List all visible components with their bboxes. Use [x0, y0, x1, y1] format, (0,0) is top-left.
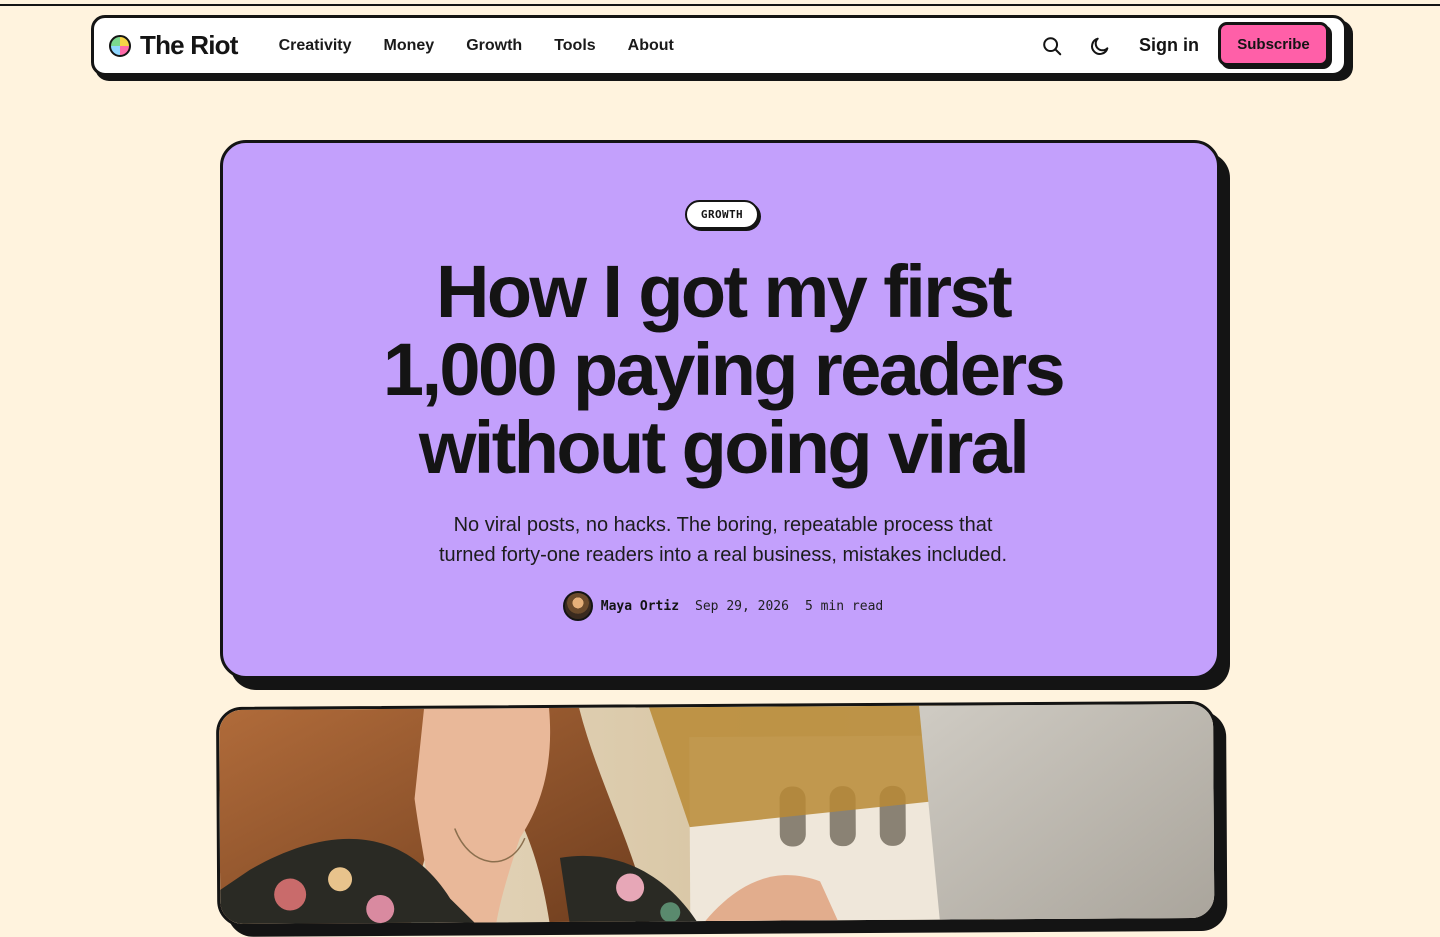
category-tag[interactable]: GROWTH	[685, 200, 759, 229]
nav-actions: Sign in Subscribe	[1039, 22, 1332, 69]
publish-date: Sep 29, 2026	[695, 598, 789, 614]
search-icon	[1043, 36, 1062, 55]
site-name: The Riot	[140, 30, 238, 60]
main-nav: The Riot Creativity Money Growth Tools A…	[91, 15, 1347, 76]
read-time: 5 min read	[804, 598, 884, 614]
subscribe-button-wrap: Subscribe	[1218, 22, 1332, 69]
sign-in-link[interactable]: Sign in	[1139, 35, 1199, 56]
article-hero: GROWTH How I got my first 1,000 paying r…	[220, 140, 1230, 690]
feature-image-wrap	[216, 700, 1231, 937]
feature-photo	[219, 703, 1218, 927]
moon-icon	[1091, 37, 1109, 55]
subscribe-button[interactable]: Subscribe	[1218, 22, 1329, 66]
article-dek-line: No viral posts, no hacks. The boring, re…	[453, 514, 993, 536]
article-dek-line: turned forty-one readers into a real bus…	[438, 544, 1008, 566]
article-title-line: without going viral	[418, 406, 1030, 489]
nav-links: Creativity Money Growth Tools About	[279, 37, 706, 55]
nav-link-growth[interactable]: Growth	[466, 37, 522, 55]
feature-image	[216, 700, 1218, 927]
author-name[interactable]: Maya Ortiz	[601, 599, 679, 614]
theme-toggle-button[interactable]	[1087, 33, 1113, 59]
article-title: How I got my first 1,000 paying readers …	[283, 253, 1163, 487]
site-header: The Riot Creativity Money Growth Tools A…	[91, 15, 1353, 81]
article-title-line: 1,000 paying readers	[382, 328, 1066, 411]
article-meta: Maya Ortiz Sep 29, 2026 5 min read	[223, 591, 1223, 621]
article-title-line: How I got my first	[436, 250, 1013, 333]
category-tag-wrap: GROWTH	[685, 200, 761, 232]
search-button[interactable]	[1039, 33, 1065, 59]
nav-link-tools[interactable]: Tools	[554, 37, 595, 55]
color-wheel-logo-icon	[109, 34, 131, 57]
hero-card: GROWTH How I got my first 1,000 paying r…	[220, 140, 1220, 679]
nav-link-about[interactable]: About	[628, 37, 674, 55]
top-rule	[0, 4, 1440, 6]
author-avatar[interactable]	[562, 591, 593, 621]
site-logo[interactable]: The Riot	[109, 30, 238, 61]
nav-link-money[interactable]: Money	[384, 37, 435, 55]
nav-link-creativity[interactable]: Creativity	[279, 37, 352, 55]
article-dek: No viral posts, no hacks. The boring, re…	[373, 510, 1073, 570]
